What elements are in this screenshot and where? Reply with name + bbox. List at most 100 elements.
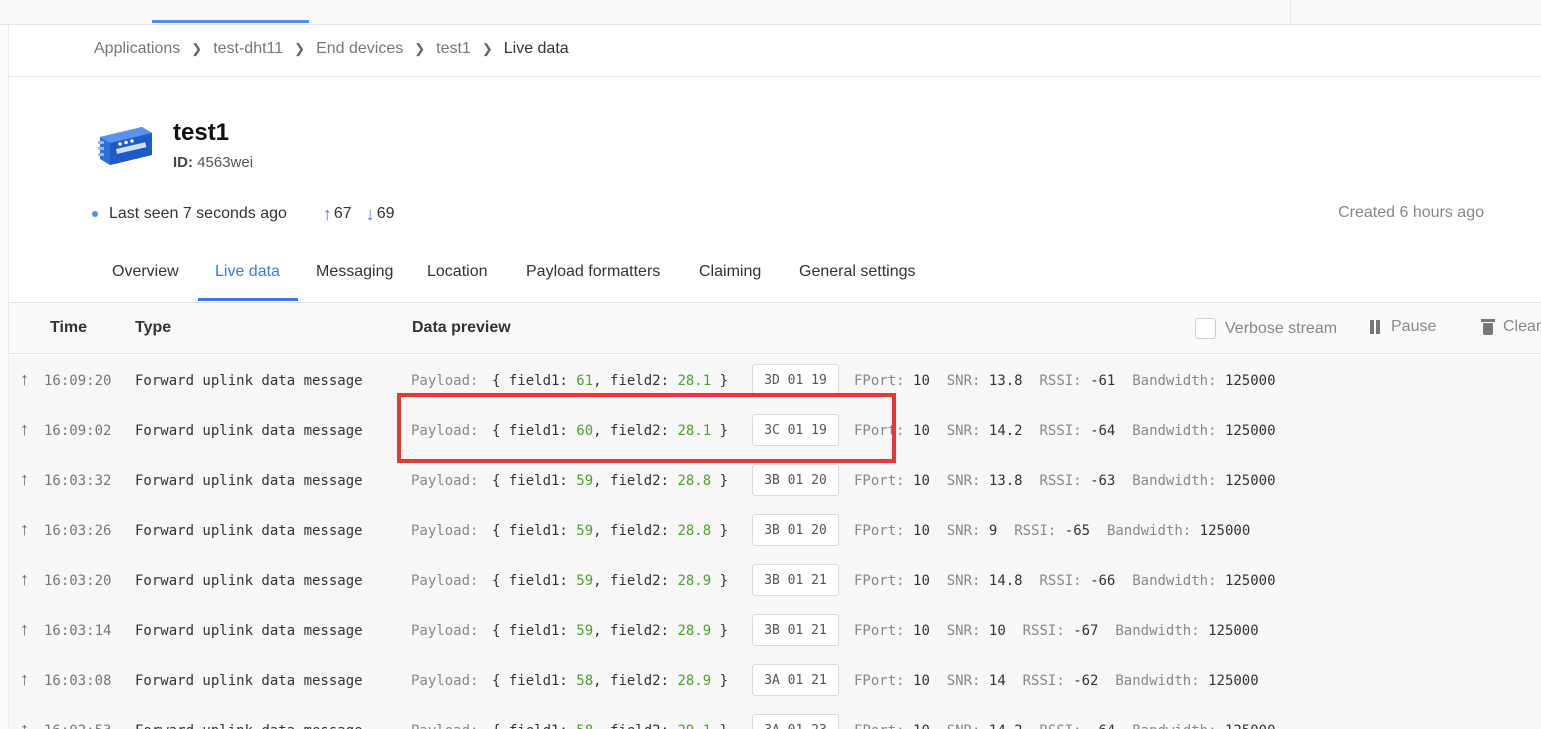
pause-button[interactable]: Pause xyxy=(1369,318,1436,336)
raw-payload-bytes[interactable]: 3B 01 20 xyxy=(752,514,839,546)
table-row[interactable]: ↑ 16:09:20 Forward uplink data message P… xyxy=(9,355,1541,405)
bandwidth-value: 125000 xyxy=(1224,373,1276,389)
breadcrumb-applications[interactable]: Applications xyxy=(94,40,180,58)
clear-button[interactable]: Clear xyxy=(1481,318,1541,336)
downlink-count: 69 xyxy=(376,205,395,222)
fport-value: 10 xyxy=(913,723,930,729)
event-metadata: FPort: 10 SNR: 13.8 RSSI: -63 Bandwidth:… xyxy=(854,473,1276,489)
raw-payload-bytes[interactable]: 3A 01 21 xyxy=(752,664,839,696)
tab-location[interactable]: Location xyxy=(427,263,488,281)
downlink-counter: ↓ 69 xyxy=(366,204,395,225)
tab-general-settings[interactable]: General settings xyxy=(799,263,916,281)
event-time: 16:02:53 xyxy=(44,723,111,729)
event-metadata: FPort: 10 SNR: 10 RSSI: -67 Bandwidth: 1… xyxy=(854,623,1259,639)
raw-payload-bytes[interactable]: 3B 01 20 xyxy=(752,464,839,496)
decoded-payload: { field1: 58, field2: 29.1 } xyxy=(492,723,728,729)
raw-payload-bytes[interactable]: 3C 01 19 xyxy=(752,414,839,446)
pause-icon xyxy=(1369,320,1381,334)
table-row[interactable]: ↑ 16:03:14 Forward uplink data message P… xyxy=(9,605,1541,655)
created-timestamp: Created 6 hours ago xyxy=(1338,204,1484,221)
tab-overview[interactable]: Overview xyxy=(112,263,179,281)
event-metadata: FPort: 10 SNR: 14.2 RSSI: -64 Bandwidth:… xyxy=(854,723,1276,729)
table-row[interactable]: ↑ 16:03:20 Forward uplink data message P… xyxy=(9,555,1541,605)
field1-value: 59 xyxy=(576,523,594,539)
raw-payload-bytes[interactable]: 3D 01 19 xyxy=(752,364,839,396)
column-header-time: Time xyxy=(50,319,88,336)
breadcrumb: Applications ❯ test-dht11 ❯ End devices … xyxy=(94,38,569,60)
table-row[interactable]: ↑ 16:02:53 Forward uplink data message P… xyxy=(9,705,1541,729)
arrow-up-icon: ↑ xyxy=(322,203,332,224)
field1-value: 59 xyxy=(576,473,594,489)
verbose-stream-checkbox[interactable] xyxy=(1195,318,1216,339)
clear-label: Clear xyxy=(1503,318,1541,335)
event-type: Forward uplink data message xyxy=(135,673,363,689)
breadcrumb-device[interactable]: test1 xyxy=(436,40,471,58)
device-id-value: 4563wei xyxy=(197,154,254,171)
fport-value: 10 xyxy=(913,473,930,489)
tab-payload-formatters[interactable]: Payload formatters xyxy=(526,263,660,281)
device-icon xyxy=(98,127,152,165)
payload-label: Payload: xyxy=(411,423,479,439)
rssi-value: -63 xyxy=(1090,473,1116,489)
field2-value: 28.9 xyxy=(677,673,712,689)
fport-value: 10 xyxy=(913,373,930,389)
bandwidth-value: 125000 xyxy=(1199,523,1251,539)
chevron-right-icon: ❯ xyxy=(191,41,203,56)
raw-payload-bytes[interactable]: 3A 01 23 xyxy=(752,714,839,729)
tab-claiming[interactable]: Claiming xyxy=(699,263,761,281)
raw-payload-bytes[interactable]: 3B 01 21 xyxy=(752,564,839,596)
event-time: 16:09:02 xyxy=(44,423,112,439)
snr-value: 13.8 xyxy=(988,373,1023,389)
device-name: test1 xyxy=(173,119,230,146)
table-row[interactable]: ↑ 16:03:26 Forward uplink data message P… xyxy=(9,505,1541,555)
arrow-up-icon: ↑ xyxy=(20,719,29,729)
bandwidth-value: 125000 xyxy=(1224,573,1276,589)
arrow-up-icon: ↑ xyxy=(20,369,29,389)
decoded-payload: { field1: 59, field2: 28.9 } xyxy=(492,623,729,639)
last-seen-text: Last seen 7 seconds ago xyxy=(109,205,287,222)
field2-value: 28.1 xyxy=(677,373,712,389)
arrow-up-icon: ↑ xyxy=(20,669,29,689)
table-row[interactable]: ↑ 16:03:32 Forward uplink data message P… xyxy=(9,455,1541,505)
pause-label: Pause xyxy=(1391,318,1437,335)
rssi-value: -64 xyxy=(1090,423,1116,439)
verbose-stream-toggle[interactable]: Verbose stream xyxy=(1195,318,1337,339)
bandwidth-value: 125000 xyxy=(1225,723,1276,729)
arrow-up-icon: ↑ xyxy=(20,419,29,439)
breadcrumb-application[interactable]: test-dht11 xyxy=(213,40,283,58)
breadcrumb-end-devices[interactable]: End devices xyxy=(316,40,403,58)
breadcrumb-divider xyxy=(9,76,1541,77)
table-row[interactable]: ↑ 16:09:02 Forward uplink data message P… xyxy=(9,405,1541,455)
payload-label: Payload: xyxy=(411,723,478,729)
bandwidth-value: 125000 xyxy=(1224,423,1276,439)
event-time: 16:09:20 xyxy=(44,373,112,389)
arrow-up-icon: ↑ xyxy=(20,569,29,589)
tab-messaging[interactable]: Messaging xyxy=(316,263,393,281)
snr-value: 9 xyxy=(988,523,998,539)
device-id: ID: 4563wei xyxy=(173,154,253,171)
verbose-stream-label: Verbose stream xyxy=(1225,319,1338,337)
event-time: 16:03:26 xyxy=(44,523,112,539)
snr-value: 13.8 xyxy=(988,473,1023,489)
raw-payload-bytes[interactable]: 3B 01 21 xyxy=(752,614,839,646)
event-type: Forward uplink data message xyxy=(135,723,363,729)
tab-live-data[interactable]: Live data xyxy=(215,263,280,281)
arrow-up-icon: ↑ xyxy=(20,619,29,639)
device-tabs: Overview Live data Messaging Location Pa… xyxy=(9,257,1541,303)
field2-value: 28.8 xyxy=(677,473,712,489)
left-sidebar-edge xyxy=(0,25,9,729)
live-data-event-list: ↑ 16:09:20 Forward uplink data message P… xyxy=(9,355,1541,729)
field2-value: 28.1 xyxy=(677,423,712,439)
event-metadata: FPort: 10 SNR: 14 RSSI: -62 Bandwidth: 1… xyxy=(854,673,1259,689)
chevron-right-icon: ❯ xyxy=(414,41,426,56)
fport-value: 10 xyxy=(913,573,930,589)
event-type: Forward uplink data message xyxy=(135,523,363,539)
arrow-down-icon: ↓ xyxy=(365,203,375,224)
bandwidth-value: 125000 xyxy=(1224,473,1276,489)
fport-value: 10 xyxy=(913,623,930,639)
event-metadata: FPort: 10 SNR: 14.8 RSSI: -66 Bandwidth:… xyxy=(854,573,1276,589)
fport-value: 10 xyxy=(913,673,930,689)
table-row[interactable]: ↑ 16:03:08 Forward uplink data message P… xyxy=(9,655,1541,705)
field1-value: 59 xyxy=(576,573,594,589)
snr-value: 14.2 xyxy=(989,723,1023,729)
